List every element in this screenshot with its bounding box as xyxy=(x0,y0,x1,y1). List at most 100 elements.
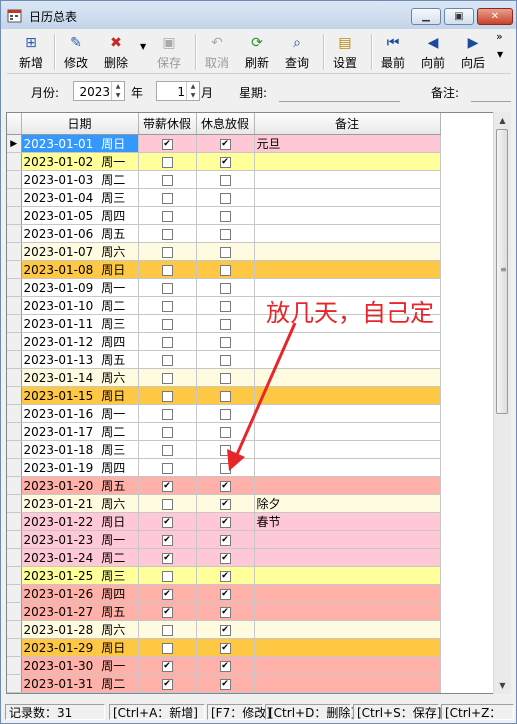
paid-leave-cell[interactable]: ✔ xyxy=(138,548,197,567)
delete-dropdown[interactable]: ▼ xyxy=(140,42,146,82)
paid-leave-checkbox[interactable]: ✔ xyxy=(161,606,173,618)
paid-leave-cell[interactable] xyxy=(138,422,197,441)
first-button[interactable]: ⏮ 最前 xyxy=(381,32,405,72)
rest-holiday-checkbox[interactable] xyxy=(219,246,231,258)
paid-leave-checkbox[interactable]: ✔ xyxy=(161,660,173,672)
rest-holiday-cell[interactable]: ✔ xyxy=(196,602,255,621)
paid-leave-checkbox[interactable]: ✔ xyxy=(161,138,173,150)
table-row[interactable]: ▶ 2023-01-01 周日 ✔ ✔ 元旦 xyxy=(7,134,441,153)
row-indicator[interactable] xyxy=(7,386,22,405)
note-field[interactable] xyxy=(471,101,511,102)
date-cell[interactable]: 2023-01-13 周五 xyxy=(21,350,139,369)
date-cell[interactable]: 2023-01-28 周六 xyxy=(21,620,139,639)
row-indicator[interactable] xyxy=(7,368,22,387)
paid-leave-checkbox[interactable] xyxy=(161,408,173,420)
paid-leave-cell[interactable] xyxy=(138,386,197,405)
paid-leave-cell[interactable] xyxy=(138,170,197,189)
table-row[interactable]: 2023-01-27 周五 ✔ ✔ xyxy=(7,602,441,621)
row-indicator[interactable] xyxy=(7,584,22,603)
note-cell[interactable] xyxy=(254,656,441,675)
table-row[interactable]: 2023-01-02 周一 ✔ xyxy=(7,152,441,171)
date-cell[interactable]: 2023-01-07 周六 xyxy=(21,242,139,261)
date-cell[interactable]: 2023-01-04 周三 xyxy=(21,188,139,207)
year-spinner[interactable]: 2023 ▲ ▼ xyxy=(73,81,125,101)
row-indicator[interactable] xyxy=(7,314,22,333)
paid-leave-checkbox[interactable] xyxy=(161,156,173,168)
rest-holiday-checkbox[interactable] xyxy=(219,228,231,240)
rest-holiday-cell[interactable] xyxy=(196,242,255,261)
row-indicator[interactable] xyxy=(7,224,22,243)
rest-holiday-cell[interactable]: ✔ xyxy=(196,620,255,639)
rest-holiday-cell[interactable]: ✔ xyxy=(196,530,255,549)
paid-leave-checkbox[interactable] xyxy=(161,210,173,222)
paid-leave-cell[interactable]: ✔ xyxy=(138,584,197,603)
spinner-arrows-icon[interactable]: ▲ ▼ xyxy=(111,82,124,100)
note-cell[interactable] xyxy=(254,638,441,657)
paid-leave-checkbox[interactable] xyxy=(161,570,173,582)
row-indicator[interactable] xyxy=(7,512,22,531)
date-cell[interactable]: 2023-01-31 周二 xyxy=(21,674,139,693)
rest-holiday-checkbox[interactable]: ✔ xyxy=(219,138,231,150)
rest-holiday-cell[interactable]: ✔ xyxy=(196,566,255,585)
note-cell[interactable]: 除夕 xyxy=(254,494,441,513)
paid-leave-cell[interactable] xyxy=(138,332,197,351)
paid-leave-cell[interactable]: ✔ xyxy=(138,476,197,495)
table-row[interactable]: 2023-01-31 周二 ✔ ✔ xyxy=(7,674,441,693)
rest-holiday-cell[interactable]: ✔ xyxy=(196,134,255,153)
paid-leave-checkbox[interactable] xyxy=(161,390,173,402)
paid-leave-checkbox[interactable] xyxy=(161,354,173,366)
note-cell[interactable] xyxy=(254,548,441,567)
paid-leave-cell[interactable] xyxy=(138,224,197,243)
rest-holiday-cell[interactable]: ✔ xyxy=(196,656,255,675)
paid-leave-checkbox[interactable] xyxy=(161,336,173,348)
note-cell[interactable] xyxy=(254,224,441,243)
date-cell[interactable]: 2023-01-11 周三 xyxy=(21,314,139,333)
paid-leave-checkbox[interactable] xyxy=(161,642,173,654)
rest-holiday-cell[interactable]: ✔ xyxy=(196,674,255,693)
table-row[interactable]: 2023-01-05 周四 xyxy=(7,206,441,225)
rest-holiday-checkbox[interactable] xyxy=(219,174,231,186)
rest-holiday-checkbox[interactable]: ✔ xyxy=(219,660,231,672)
date-cell[interactable]: 2023-01-17 周二 xyxy=(21,422,139,441)
note-cell[interactable] xyxy=(254,584,441,603)
rest-holiday-cell[interactable] xyxy=(196,278,255,297)
paid-leave-checkbox[interactable] xyxy=(161,300,173,312)
delete-button[interactable]: ✖ 删除 xyxy=(104,32,128,72)
rest-holiday-checkbox[interactable]: ✔ xyxy=(219,534,231,546)
paid-leave-checkbox[interactable]: ✔ xyxy=(161,552,173,564)
note-cell[interactable] xyxy=(254,152,441,171)
row-indicator[interactable] xyxy=(7,530,22,549)
row-indicator[interactable] xyxy=(7,296,22,315)
paid-leave-cell[interactable]: ✔ xyxy=(138,530,197,549)
next-button[interactable]: ▶ 向后 xyxy=(461,32,485,72)
paid-leave-cell[interactable]: ✔ xyxy=(138,602,197,621)
rest-holiday-cell[interactable]: ✔ xyxy=(196,152,255,171)
rest-holiday-checkbox[interactable]: ✔ xyxy=(219,624,231,636)
table-row[interactable]: 2023-01-24 周二 ✔ ✔ xyxy=(7,548,441,567)
note-cell[interactable] xyxy=(254,530,441,549)
paid-leave-cell[interactable] xyxy=(138,242,197,261)
paid-leave-checkbox[interactable] xyxy=(161,246,173,258)
paid-leave-cell[interactable] xyxy=(138,368,197,387)
row-indicator[interactable] xyxy=(7,152,22,171)
row-indicator[interactable] xyxy=(7,422,22,441)
rest-holiday-cell[interactable] xyxy=(196,224,255,243)
column-header-paid-leave[interactable]: 带薪休假 xyxy=(138,113,197,135)
note-cell[interactable]: 元旦 xyxy=(254,134,441,153)
note-cell[interactable] xyxy=(254,566,441,585)
column-header-date[interactable]: 日期 xyxy=(21,113,139,135)
table-row[interactable]: 2023-01-25 周三 ✔ xyxy=(7,566,441,585)
note-cell[interactable] xyxy=(254,260,441,279)
date-cell[interactable]: 2023-01-26 周四 xyxy=(21,584,139,603)
table-row[interactable]: 2023-01-07 周六 xyxy=(7,242,441,261)
row-indicator[interactable] xyxy=(7,440,22,459)
paid-leave-checkbox[interactable] xyxy=(161,426,173,438)
paid-leave-cell[interactable] xyxy=(138,278,197,297)
rest-holiday-checkbox[interactable]: ✔ xyxy=(219,678,231,690)
paid-leave-cell[interactable] xyxy=(138,458,197,477)
date-cell[interactable]: 2023-01-30 周一 xyxy=(21,656,139,675)
date-cell[interactable]: 2023-01-25 周三 xyxy=(21,566,139,585)
paid-leave-cell[interactable] xyxy=(138,440,197,459)
scroll-down-icon[interactable]: ▼ xyxy=(494,677,511,694)
row-indicator[interactable] xyxy=(7,278,22,297)
